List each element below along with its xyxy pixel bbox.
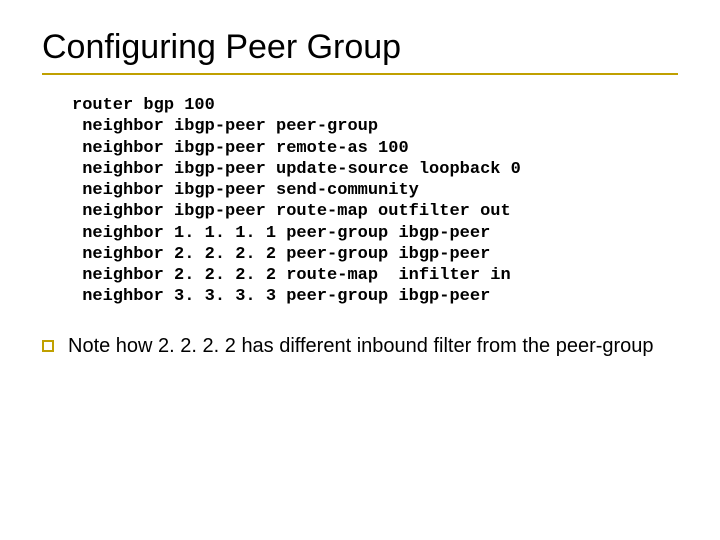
config-code-block: router bgp 100 neighbor ibgp-peer peer-g…: [72, 95, 678, 308]
note-text: Note how 2. 2. 2. 2 has different inboun…: [68, 334, 654, 359]
bullet-icon: [42, 340, 54, 352]
note-row: Note how 2. 2. 2. 2 has different inboun…: [42, 334, 678, 359]
page-title: Configuring Peer Group: [42, 28, 678, 75]
slide: Configuring Peer Group router bgp 100 ne…: [0, 0, 720, 359]
